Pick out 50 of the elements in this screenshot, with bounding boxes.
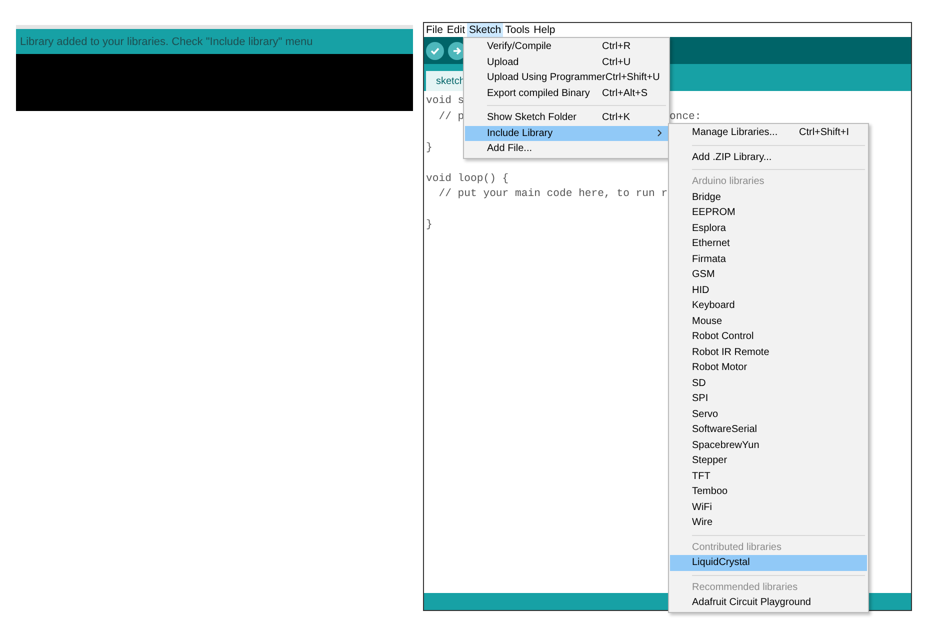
menu-item[interactable]: Manage Libraries... Ctrl+Shift+I (670, 125, 867, 140)
menu-item[interactable]: SPI (670, 391, 867, 406)
menu-item[interactable]: Temboo (670, 484, 867, 500)
code-line: once: (669, 110, 702, 124)
menu-item[interactable]: Show Sketch Folder Ctrl+K (465, 110, 668, 126)
menu-title[interactable]: Edit (444, 23, 468, 37)
menu-title[interactable]: Help (532, 23, 558, 37)
menu-item[interactable]: HID (670, 282, 867, 298)
menu-item[interactable]: Add File... (465, 141, 668, 156)
menu-section-header: Contributed libraries (692, 542, 782, 553)
menu-title[interactable]: Tools (503, 23, 532, 37)
menu-item[interactable]: Robot Motor (670, 360, 867, 376)
menu-item[interactable]: TFT (670, 468, 867, 484)
code-line: void s (426, 94, 464, 109)
menu-section-header: Recommended libraries (692, 582, 798, 593)
menu-item[interactable]: Ethernet (670, 236, 867, 252)
code-line: // put your main code here, to run r (438, 187, 668, 202)
menu-title[interactable]: Sketch (467, 23, 504, 37)
menu-item[interactable]: Bridge (670, 190, 867, 205)
menu-section-header: Arduino libraries (692, 176, 764, 188)
menu-item[interactable]: SpacebrewYun (670, 438, 867, 453)
menu-item[interactable]: EEPROM (670, 205, 867, 220)
menu-item[interactable]: Mouse (670, 314, 867, 329)
menu-item[interactable]: Robot IR Remote (670, 344, 867, 360)
menu-item[interactable]: Stepper (670, 453, 867, 468)
menu-item[interactable]: Wire (670, 515, 867, 530)
menu-item[interactable]: LiquidCrystal (670, 555, 867, 570)
code-line: } (426, 218, 432, 233)
arrow-right-icon (452, 46, 462, 56)
menu-item[interactable]: Servo (670, 406, 867, 422)
menu-item[interactable]: SD (670, 376, 867, 391)
menu-item[interactable]: WiFi (670, 500, 867, 515)
menu-item[interactable]: Adafruit Circuit Playground (670, 595, 867, 610)
menu-title[interactable]: File (424, 23, 445, 37)
menu-item[interactable]: Include Library (465, 126, 668, 141)
code-line: void loop() { (426, 172, 509, 186)
menu-item[interactable]: SoftwareSerial (670, 422, 867, 438)
check-icon (430, 46, 440, 56)
menu-item[interactable]: Upload Ctrl+U (465, 54, 668, 70)
menu-item[interactable]: GSM (670, 267, 867, 282)
menu-item[interactable]: Keyboard (670, 298, 867, 314)
menu-item[interactable]: Verify/Compile Ctrl+R (465, 39, 668, 54)
menu-item[interactable]: Esplora (670, 220, 867, 236)
status-message: Library added to your libraries. Check "Include library" menu (20, 36, 313, 48)
verify-button[interactable] (426, 42, 444, 60)
code-line: } (426, 140, 432, 156)
menu-item[interactable]: Firmata (670, 252, 867, 267)
menu-item[interactable]: Robot Control (670, 329, 867, 344)
chevron-right-icon (657, 129, 662, 138)
menu-item[interactable]: Add .ZIP Library... (670, 150, 867, 165)
